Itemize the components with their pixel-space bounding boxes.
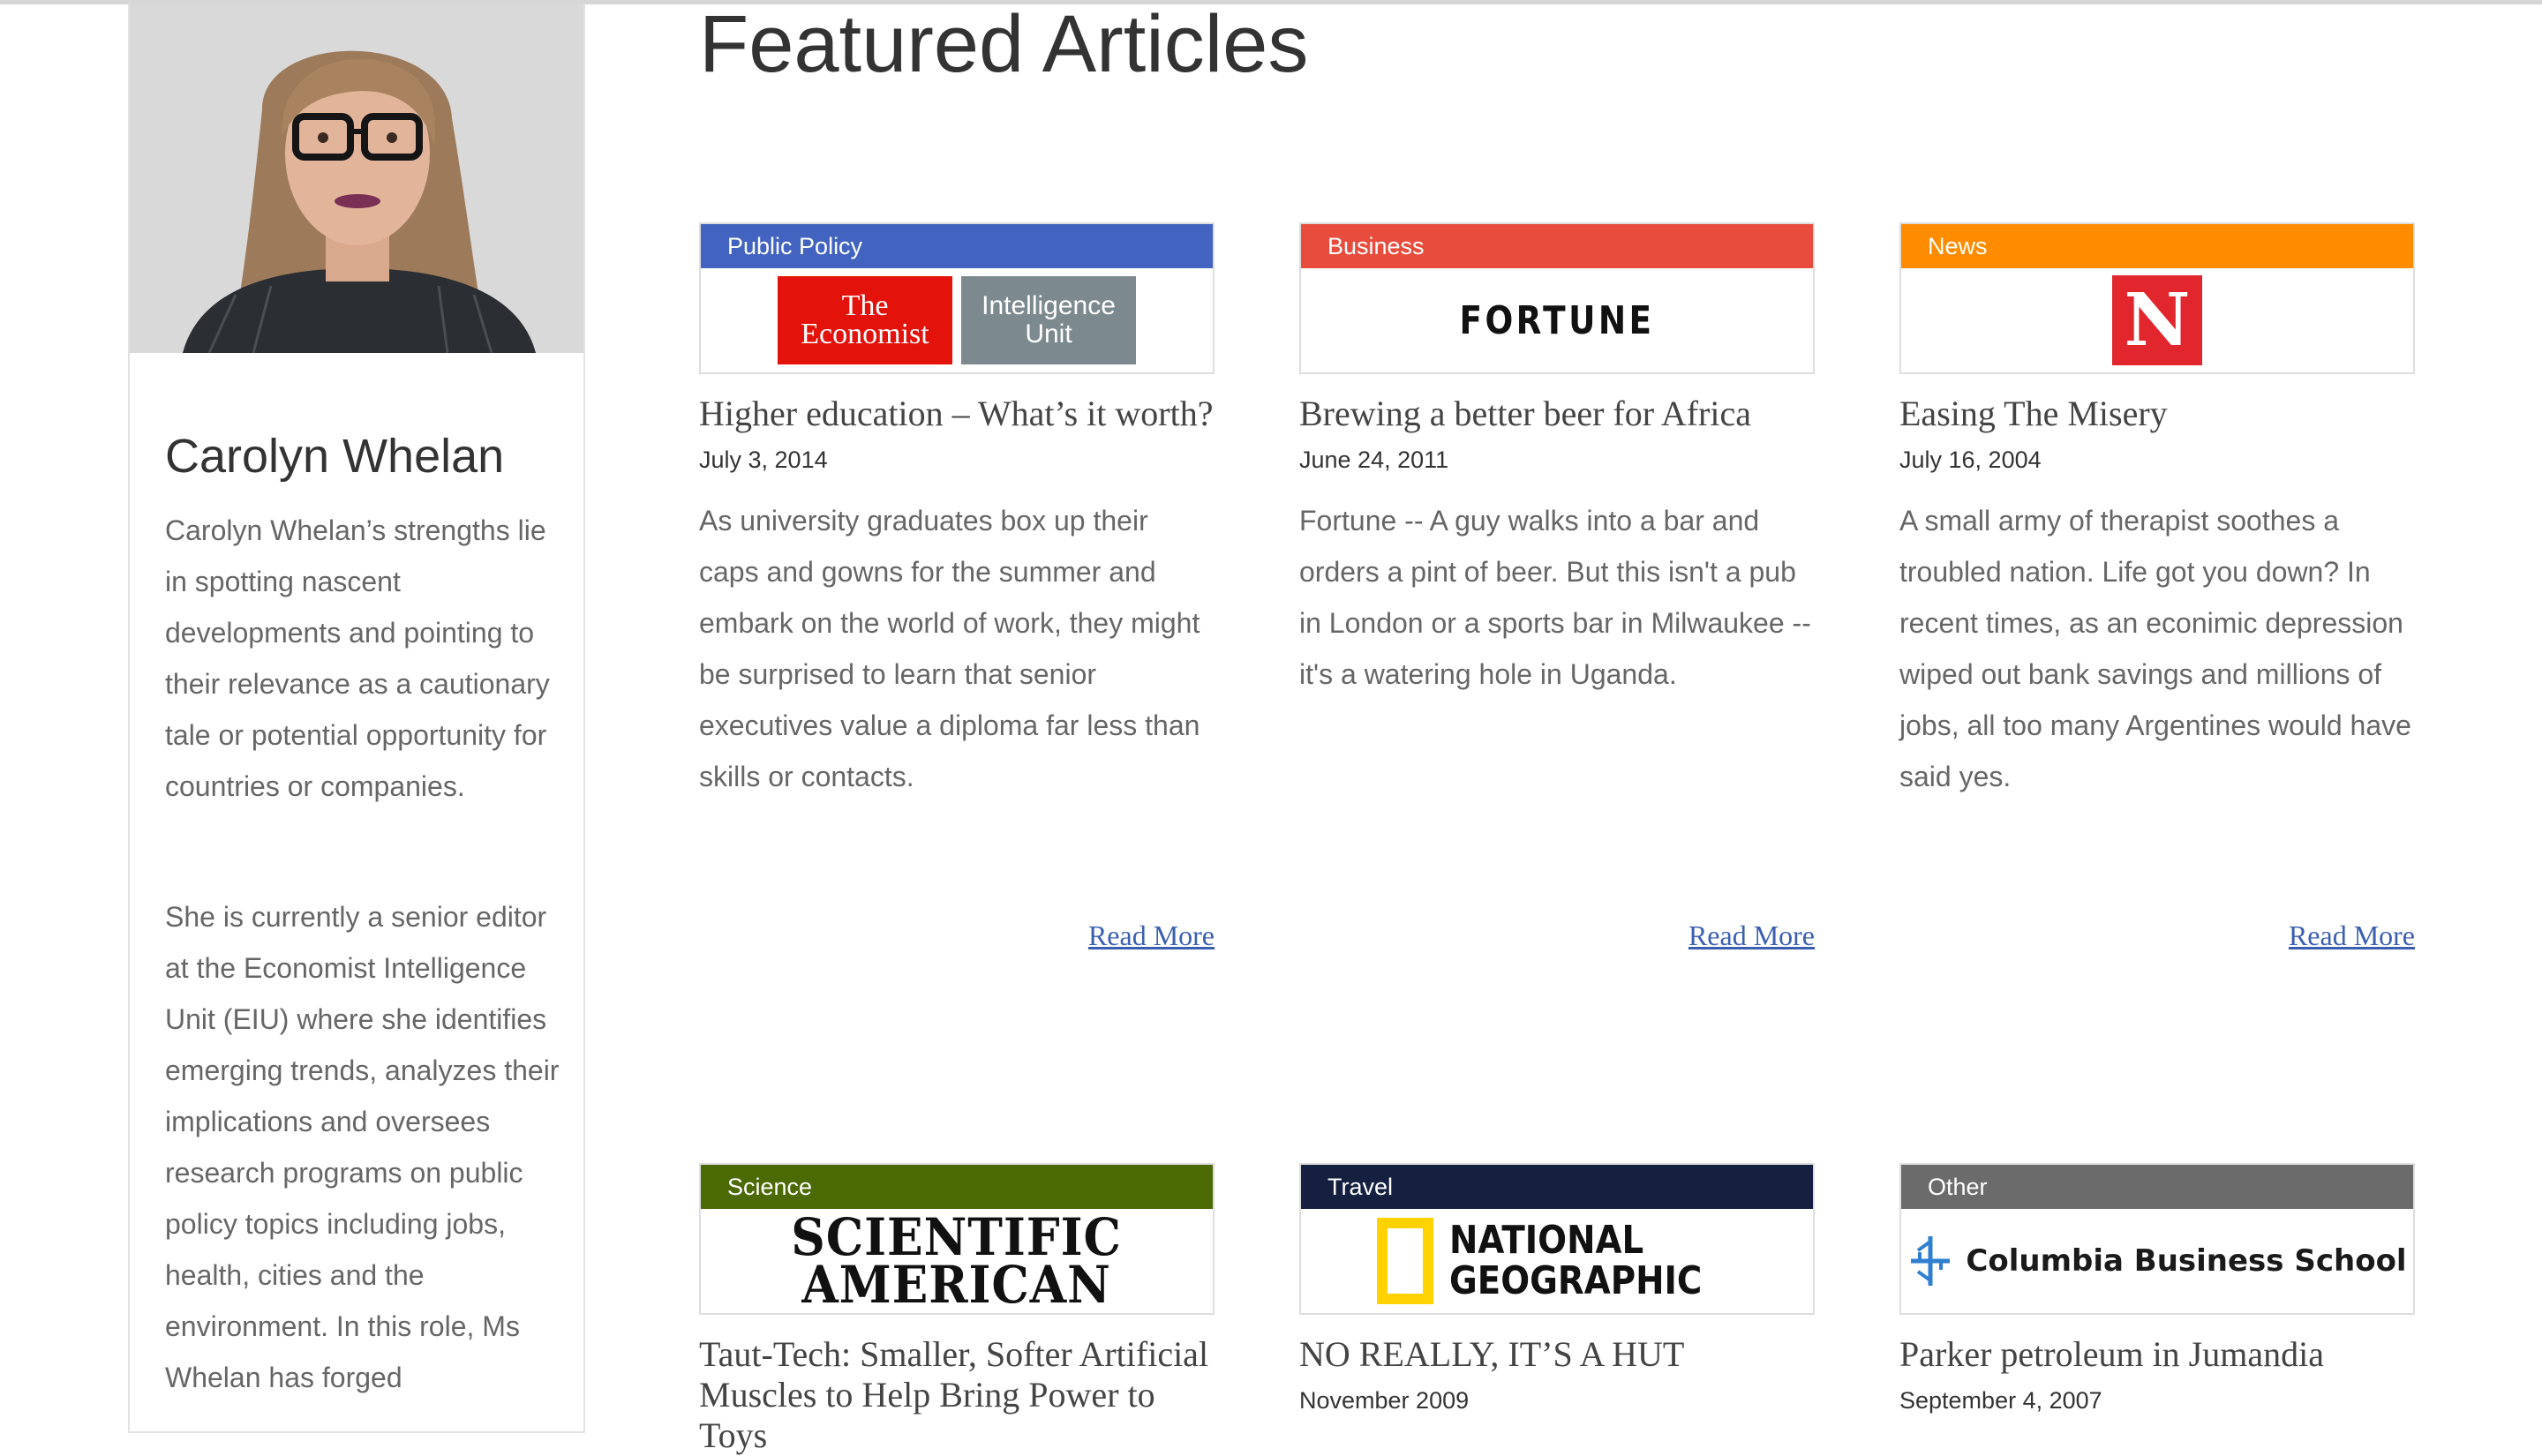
- logo-text: NATIONAL: [1449, 1218, 1644, 1263]
- category-badge: Other: [1901, 1165, 2413, 1209]
- article-card: Business FORTUNE Brewing a better beer f…: [1299, 222, 1815, 964]
- article-card: Public Policy The Economist Intelligence…: [699, 222, 1215, 964]
- read-more-link[interactable]: Read More: [1688, 919, 1815, 952]
- article-title[interactable]: Brewing a better beer for Africa: [1299, 394, 1815, 434]
- eiu-logo: Intelligence Unit: [961, 276, 1136, 364]
- logo-text: AMERICAN: [801, 1255, 1112, 1315]
- national-geographic-logo: NATIONAL GEOGRAPHIC: [1301, 1209, 1813, 1313]
- logo-text: FORTUNE: [1459, 297, 1655, 343]
- logo-text: Columbia Business School: [1966, 1243, 2407, 1279]
- article-summary: A small army of therapist soothes a trou…: [1899, 505, 2411, 792]
- fortune-logo: FORTUNE: [1301, 268, 1813, 372]
- article-date: July 3, 2014: [699, 447, 828, 473]
- columbia-crown-icon: [1911, 1236, 1951, 1286]
- article-card: Travel NATIONAL GEOGRAPHIC NO REALLY, IT…: [1299, 1163, 1815, 1415]
- article-header[interactable]: News N: [1899, 222, 2415, 374]
- economist-logo: The Economist: [778, 276, 952, 364]
- read-more-link[interactable]: Read More: [1088, 919, 1215, 952]
- article-title[interactable]: Taut-Tech: Smaller, Softer Artificial Mu…: [699, 1334, 1215, 1456]
- logo-text: Unit: [1025, 319, 1072, 349]
- logo-text: GEOGRAPHIC: [1449, 1258, 1703, 1303]
- article-card: Other Columbia Business School Parker pe…: [1899, 1163, 2415, 1415]
- article-title[interactable]: Easing The Misery: [1899, 394, 2415, 434]
- logo-text: N: [2112, 275, 2202, 365]
- logo-text: Economist: [801, 318, 929, 350]
- category-badge: Travel: [1301, 1165, 1813, 1209]
- article-header[interactable]: Public Policy The Economist Intelligence…: [699, 222, 1215, 374]
- profile-bio-paragraph: Carolyn Whelan’s strengths lie in spotti…: [165, 514, 550, 802]
- page-title: Featured Articles: [699, 0, 1309, 89]
- article-title[interactable]: NO REALLY, IT’S A HUT: [1299, 1334, 1815, 1375]
- logo-text: Intelligence: [981, 291, 1116, 320]
- article-date: July 16, 2004: [1899, 447, 2042, 473]
- article-header[interactable]: Science SCIENTIFIC AMERICAN: [699, 1163, 1215, 1315]
- article-header[interactable]: Other Columbia Business School: [1899, 1163, 2415, 1315]
- read-more-link[interactable]: Read More: [2289, 919, 2415, 952]
- logo-text: SCIENTIFIC: [791, 1207, 1123, 1267]
- article-card: Science SCIENTIFIC AMERICAN Taut-Tech: S…: [699, 1163, 1215, 1456]
- scientific-american-logo: SCIENTIFIC AMERICAN: [701, 1209, 1213, 1313]
- economist-eiu-logo: The Economist Intelligence Unit: [701, 268, 1213, 372]
- article-title[interactable]: Higher education – What’s it worth?: [699, 394, 1215, 434]
- article-header[interactable]: Travel NATIONAL GEOGRAPHIC: [1299, 1163, 1815, 1315]
- profile-name: Carolyn Whelan: [165, 430, 505, 483]
- columbia-business-school-logo: Columbia Business School: [1901, 1209, 2413, 1313]
- natgeo-frame-icon: [1377, 1218, 1434, 1304]
- profile-photo: [130, 4, 583, 353]
- profile-card: Carolyn Whelan Carolyn Whelan’s strength…: [128, 4, 585, 1433]
- logo-text: The: [841, 289, 889, 322]
- category-badge: Business: [1301, 224, 1813, 268]
- profile-bio-paragraph: She is currently a senior editor at the …: [165, 901, 560, 1393]
- category-badge: Science: [701, 1165, 1213, 1209]
- article-date: November 2009: [1299, 1387, 1470, 1414]
- newsweek-logo: N: [1901, 268, 2413, 372]
- article-summary: As university graduates box up their cap…: [699, 505, 1200, 792]
- category-badge: Public Policy: [701, 224, 1213, 268]
- article-date: June 24, 2011: [1299, 447, 1449, 473]
- article-header[interactable]: Business FORTUNE: [1299, 222, 1815, 374]
- article-card: News N Easing The Misery July 16, 2004 A…: [1899, 222, 2415, 964]
- article-title[interactable]: Parker petroleum in Jumandia: [1899, 1334, 2415, 1375]
- article-summary: Fortune -- A guy walks into a bar and or…: [1299, 505, 1811, 690]
- category-badge: News: [1901, 224, 2413, 268]
- article-date: September 4, 2007: [1899, 1387, 2102, 1414]
